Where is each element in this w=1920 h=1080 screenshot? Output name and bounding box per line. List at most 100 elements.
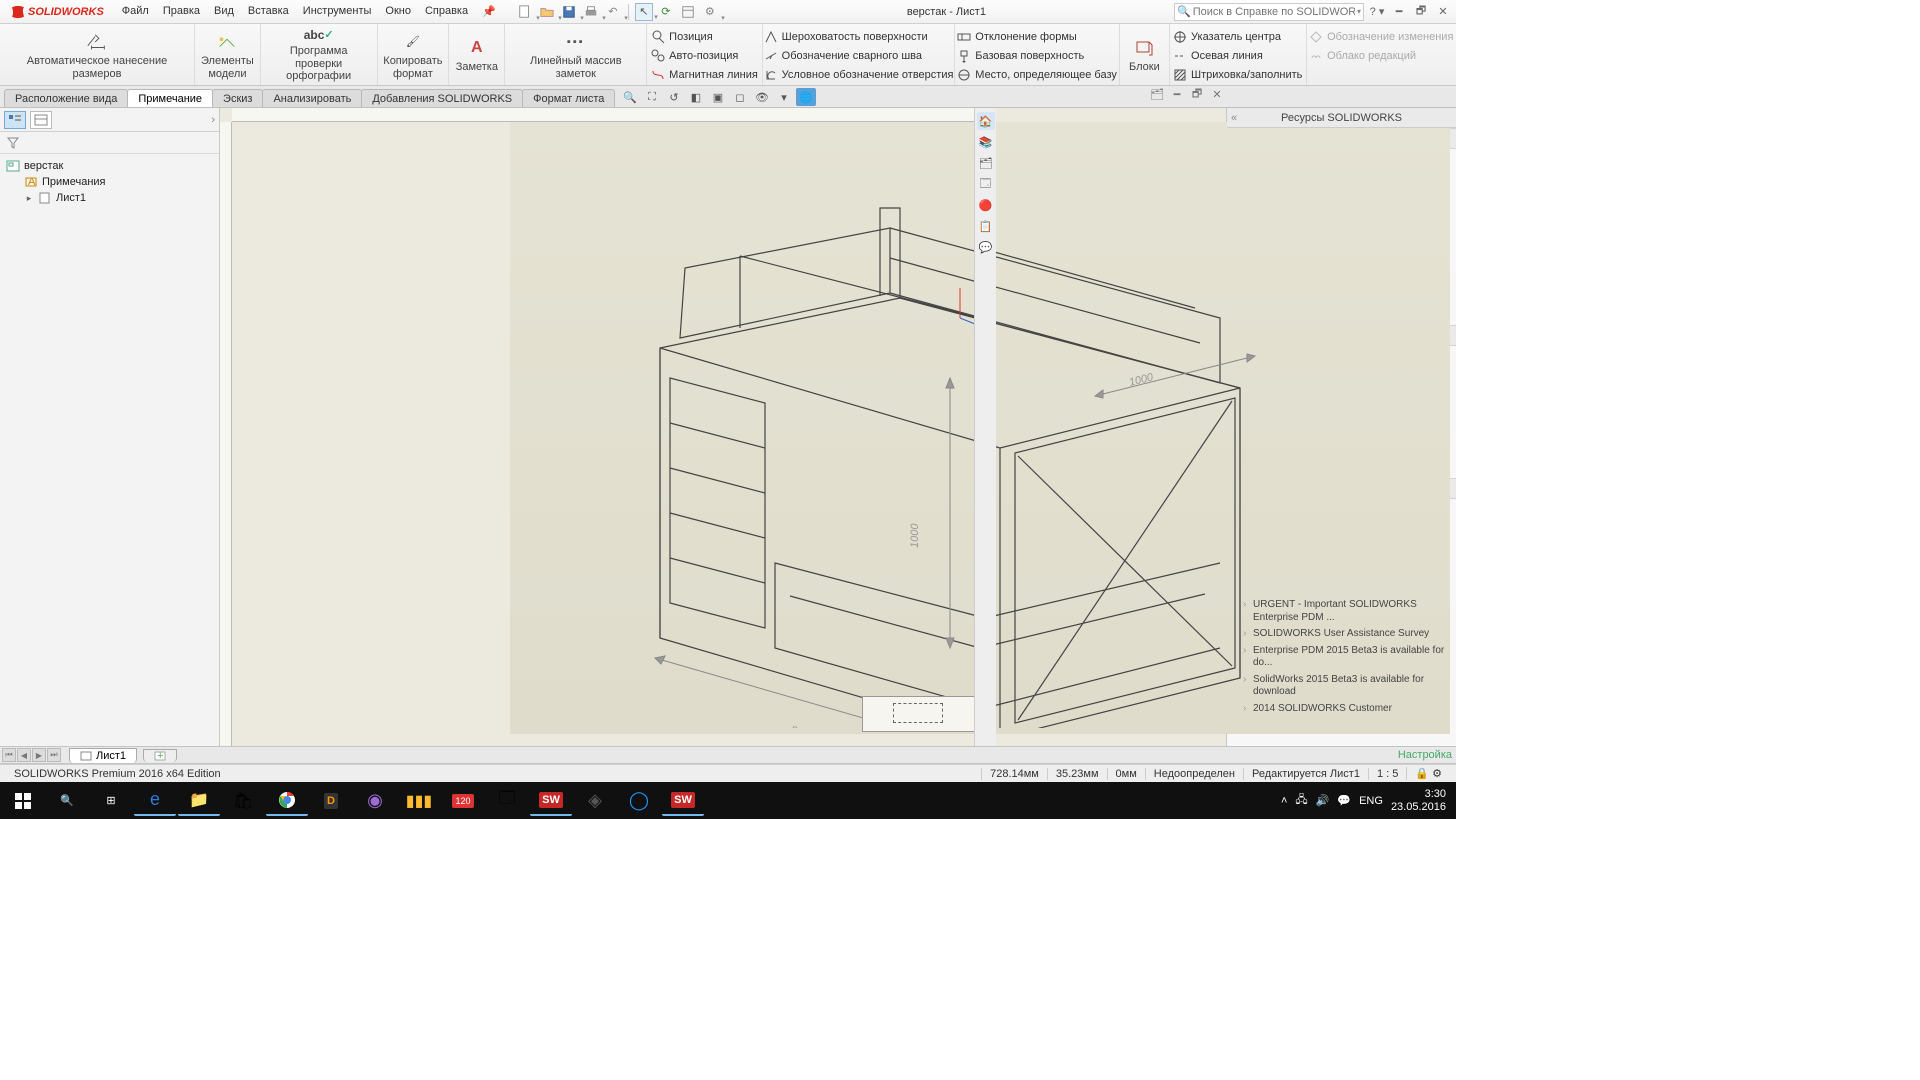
- tree-sheet1[interactable]: ▸ Лист1: [6, 190, 213, 206]
- taskbar-app5[interactable]: 🗔: [486, 785, 528, 816]
- taskbar-explorer[interactable]: 📁: [178, 785, 220, 816]
- tray-language[interactable]: ENG: [1359, 795, 1383, 807]
- fm-tab-property[interactable]: [30, 111, 52, 129]
- ribbon-autoballoon[interactable]: Авто-позиция: [651, 47, 758, 64]
- ribbon-note[interactable]: A Заметка: [456, 26, 498, 83]
- ribbon-centermark[interactable]: Указатель центра: [1173, 28, 1302, 45]
- window-restore[interactable]: 🗗: [1412, 3, 1430, 21]
- ribbon-weld[interactable]: Обозначение сварного шва: [764, 47, 954, 64]
- ribbon-geotol[interactable]: Отклонение формы: [957, 28, 1117, 45]
- doc-switch[interactable]: 🗂: [1148, 86, 1166, 102]
- doc-close[interactable]: ✕: [1208, 86, 1226, 102]
- qat-options1[interactable]: [679, 3, 697, 21]
- tab-addins[interactable]: Добавления SOLIDWORKS: [361, 89, 523, 107]
- qat-open[interactable]: [538, 3, 556, 21]
- menu-window[interactable]: Окно: [379, 2, 417, 21]
- ribbon-copyformat[interactable]: 🖌 Копировать формат: [383, 26, 442, 83]
- tp-viewpalette[interactable]: 🗔: [977, 175, 995, 193]
- tp-collapse-icon[interactable]: «: [1231, 112, 1237, 124]
- ribbon-spellcheck[interactable]: abc✓ Программа проверки орфографии: [269, 26, 369, 83]
- tp-news-2[interactable]: Enterprise PDM 2015 Beta3 is available f…: [1227, 643, 1456, 672]
- qat-undo[interactable]: ↶: [604, 3, 622, 21]
- expand-icon[interactable]: ▸: [24, 193, 34, 204]
- taskbar-edge[interactable]: e: [134, 785, 176, 816]
- menu-help[interactable]: Справка: [419, 2, 474, 21]
- ribbon-autodimension[interactable]: Автоматическое нанесение размеров: [8, 26, 186, 83]
- tab-viewlayout[interactable]: Расположение вида: [4, 89, 128, 107]
- taskbar-app4[interactable]: 120: [442, 785, 484, 816]
- ribbon-holecallout[interactable]: Условное обозначение отверстия: [764, 66, 954, 83]
- tp-appearances[interactable]: 🔴: [977, 196, 995, 214]
- qat-rebuild[interactable]: ⟳: [657, 3, 675, 21]
- menu-edit[interactable]: Правка: [157, 2, 206, 21]
- start-button[interactable]: [2, 785, 44, 816]
- taskbar-app3[interactable]: ▮▮▮: [398, 785, 440, 816]
- fm-collapse-icon[interactable]: ›: [211, 114, 215, 126]
- taskbar-sw1[interactable]: SW: [530, 785, 572, 816]
- menu-tools[interactable]: Инструменты: [297, 2, 378, 21]
- view-appear[interactable]: ▾: [774, 88, 794, 106]
- tree-root[interactable]: верстак: [6, 158, 213, 174]
- tp-customprops[interactable]: 📋: [977, 217, 995, 235]
- menu-file[interactable]: Файл: [116, 2, 155, 21]
- taskbar-search[interactable]: 🔍: [46, 785, 88, 816]
- fm-tab-tree[interactable]: [4, 111, 26, 129]
- doc-minimize[interactable]: ━: [1168, 86, 1186, 102]
- ribbon-datumtarget[interactable]: Место, определяющее базу: [957, 66, 1117, 83]
- view-zoomfit[interactable]: 🔍: [620, 88, 640, 106]
- ribbon-centerline[interactable]: Осевая линия: [1173, 47, 1302, 64]
- taskbar-app6[interactable]: ◈: [574, 785, 616, 816]
- sheet-first[interactable]: ⏮: [2, 748, 16, 762]
- help-dropdown[interactable]: ? ▾: [1368, 3, 1386, 21]
- view-scene[interactable]: 🌐: [796, 88, 816, 106]
- help-search[interactable]: 🔍 ▾: [1174, 3, 1364, 21]
- window-close[interactable]: ✕: [1434, 3, 1452, 21]
- sheet-overview[interactable]: [862, 696, 992, 732]
- tab-sketch[interactable]: Эскиз: [212, 89, 263, 107]
- view-orient[interactable]: ▣: [708, 88, 728, 106]
- sheet-prev[interactable]: ◀: [17, 748, 31, 762]
- ribbon-modelitems[interactable]: Элементы модели: [201, 26, 254, 83]
- system-tray[interactable]: ˄ 🖧 🔊 💬 ENG 3:30 23.05.2016: [1281, 788, 1454, 812]
- status-icons[interactable]: 🔒 ⚙: [1406, 767, 1450, 780]
- tp-forum[interactable]: 💬: [977, 238, 995, 256]
- tree-annotations[interactable]: A Примечания: [6, 174, 213, 190]
- qat-print[interactable]: [582, 3, 600, 21]
- tray-volume-icon[interactable]: 🔊: [1316, 794, 1330, 807]
- sheet-next[interactable]: ▶: [32, 748, 46, 762]
- ribbon-hatch[interactable]: Штриховка/заполнить: [1173, 66, 1302, 83]
- taskbar-chrome[interactable]: [266, 785, 308, 816]
- tp-designlib[interactable]: 📚: [977, 133, 995, 151]
- graphics-area[interactable]: 2000 1000 1000 🏠 📚 🗂 🗔 🔴 📋 💬: [220, 108, 1226, 746]
- qat-options2[interactable]: ⚙: [701, 3, 719, 21]
- window-minimize[interactable]: ━: [1390, 3, 1408, 21]
- menu-insert[interactable]: Вставка: [242, 2, 295, 21]
- tab-sheetformat[interactable]: Формат листа: [522, 89, 615, 107]
- menu-pin-icon[interactable]: 📌: [476, 2, 502, 21]
- qat-save[interactable]: [560, 3, 578, 21]
- view-prev[interactable]: ↺: [664, 88, 684, 106]
- view-display[interactable]: ◻: [730, 88, 750, 106]
- taskbar-app1[interactable]: D: [310, 785, 352, 816]
- qat-select[interactable]: ↖: [635, 3, 653, 21]
- ribbon-datum[interactable]: Базовая поверхность: [957, 47, 1117, 64]
- view-section[interactable]: ◧: [686, 88, 706, 106]
- doc-restore[interactable]: 🗗: [1188, 86, 1206, 102]
- tp-news-0[interactable]: URGENT - Important SOLIDWORKS Enterprise…: [1227, 597, 1456, 626]
- search-dropdown-icon[interactable]: ▾: [1357, 7, 1361, 16]
- tp-news-1[interactable]: SOLIDWORKS User Assistance Survey: [1227, 626, 1456, 643]
- tab-annotation[interactable]: Примечание: [127, 89, 213, 107]
- sheet-last[interactable]: ⏭: [47, 748, 61, 762]
- ribbon-lineararray[interactable]: ▪▪▪ Линейный массив заметок: [513, 26, 638, 83]
- tray-chevron-icon[interactable]: ˄: [1281, 795, 1287, 807]
- task-view[interactable]: ⊞: [90, 785, 132, 816]
- tp-setting-link[interactable]: Настройка: [1398, 749, 1452, 761]
- taskbar-app2[interactable]: ◉: [354, 785, 396, 816]
- tp-fileexplorer[interactable]: 🗂: [977, 154, 995, 172]
- ribbon-magneticline[interactable]: Магнитная линия: [651, 66, 758, 83]
- ribbon-surfinish[interactable]: Шероховатость поверхности: [764, 28, 954, 45]
- taskbar-app7[interactable]: ◯: [618, 785, 660, 816]
- view-zoomarea[interactable]: ⛶: [642, 88, 662, 106]
- view-hide[interactable]: 👁: [752, 88, 772, 106]
- tp-news-4[interactable]: 2014 SOLIDWORKS Customer: [1227, 701, 1456, 718]
